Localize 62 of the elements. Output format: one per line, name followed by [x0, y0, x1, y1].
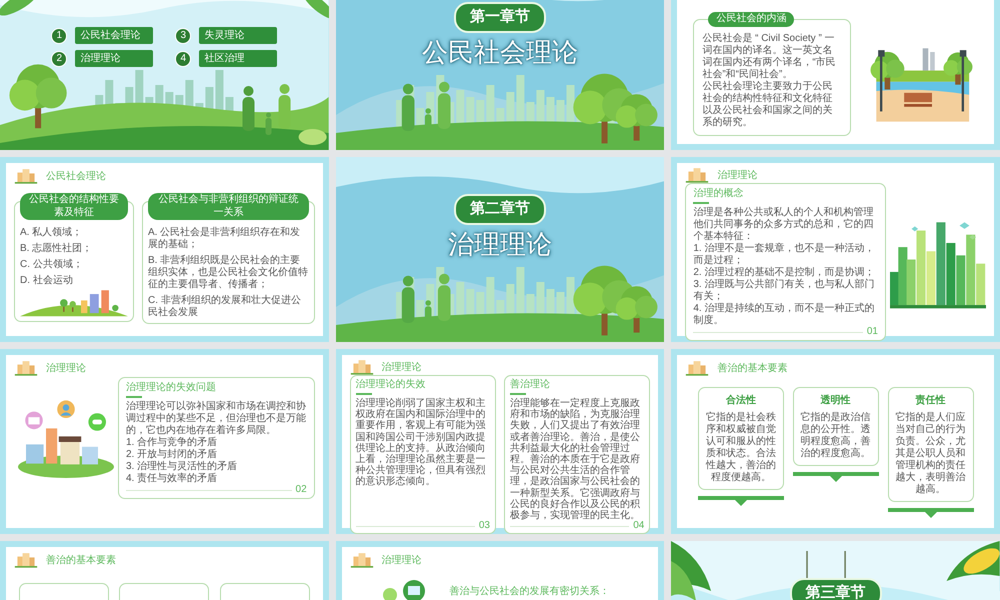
list-item: 2. 治理过程的基础不是控制，而是协调； — [693, 267, 876, 278]
slide-title: 治理理论 — [46, 362, 86, 376]
card-title: 治理理论的失效 — [356, 378, 427, 391]
paragraph: 治理能够在一定程度上克服政府和市场的缺陷，为克服治理失败，人们又提出了有效治理或者善治理论。善治，是使公共利益最大化的社会管理过程。善治的本质在于它是政府与公民对公共生活的合作管理，是政治国家与公民社会的一种新型关系。它强调政府与公民的良好合作以及公民的积极参与，实现管理的民主化。 — [510, 398, 641, 521]
paragraph: 公民社会是 “ Civil Society ” 一词在国内的译名。这一英文名词在国内还有两个译名，“市民社会”和“民间社会”。 — [702, 33, 837, 80]
list-item: 4. 责任与效率的矛盾 — [126, 473, 218, 485]
page-number: 02 — [296, 485, 307, 495]
slide-title: 公民社会理论 — [46, 170, 106, 184]
card-title: 透明性 — [820, 394, 852, 408]
chapter-badge: 第三章节 — [790, 578, 882, 600]
chapter-badge: 第一章节 — [454, 2, 546, 32]
paragraph: 它指的是社会秩序和权威被自觉认可和服从的性质和状态。合法性越大，善治的程度便越高。 — [704, 412, 777, 484]
list-item: 1. 治理不是一套规章，也不是一种活动，而是过程； — [693, 243, 876, 266]
list-item: C. 公共领域； — [20, 258, 84, 270]
paragraph: 治理理论可以弥补国家和市场在调控和协调过程中的某些不足，但治理也不是万能的，它也内在地存在着许多局限。 — [126, 401, 307, 436]
toc-label: 失灵理论 — [199, 27, 278, 44]
list-item: B. 志愿性社团； — [20, 242, 94, 254]
paragraph: 治理理论削弱了国家主权和主权政府在国内和国际治理中的重要作用，客观上有可能为强国和跨国公司干涉别国内政提供理论上的支持。从政治倾向上看，治理理论虽然主要是一种公共管理理论，但具有强烈的意识形态倾向。 — [356, 398, 487, 488]
slide-title: 治理理论 — [382, 360, 422, 374]
paragraph: 治理是各种公共或私人的个人和机构管理他们共同事务的众多方式的总和，它的四个基本特征： — [693, 207, 874, 242]
chapter-badge: 第二章节 — [454, 194, 546, 224]
buildings-icon — [350, 359, 374, 375]
card-heading: 公民社会的内涵 — [708, 12, 794, 26]
buildings-icon — [14, 168, 38, 184]
buildings-icon — [14, 552, 38, 568]
card-title: 责任性 — [914, 394, 947, 408]
page-number: 01 — [866, 327, 878, 337]
toc-label: 公民社会理论 — [75, 27, 154, 44]
toc-label: 社区治理 — [199, 50, 278, 67]
list-item: B. 非营利组织既是公民社会的主要组织实体，也是公民社会文化价值特征的主要倡导者、传播者； — [148, 254, 309, 290]
buildings-icon — [685, 167, 710, 183]
list-item: 2. 开放与封闭的矛盾 — [126, 449, 218, 460]
paragraph: 公民社会理论主要致力于公民社会的结构性特征和文化特征以及公民社会和国家之间的关系的研究。 — [702, 81, 834, 129]
chapter-title: 治理理论 — [446, 228, 553, 260]
list-item: D. 社会运动 — [20, 274, 74, 286]
card-heading: 公民社会与非营利组织的辩证统一关系 — [148, 193, 309, 220]
page-number: 04 — [633, 521, 644, 532]
chapter-title: 公民社会理论 — [420, 36, 579, 68]
list-item: A. 私人领域； — [20, 226, 84, 238]
list-item: 1. 合作与竞争的矛盾 — [126, 437, 218, 448]
toc-label: 治理理论 — [75, 50, 154, 67]
buildings-icon — [685, 360, 710, 376]
list-item: 3. 治理既与公共部门有关，也与私人部门有关； — [693, 279, 876, 302]
lead-text: 善治与公民社会的发展有密切关系： — [450, 585, 610, 598]
slide-title: 善治的基本要素 — [46, 554, 116, 568]
paragraph: 它指的是人们应当对自己的行为负责。公众，尤其是公职人员和管理机构的责任越大，表明善治越高。 — [894, 412, 967, 496]
list-item: 3. 治理性与灵活性的矛盾 — [126, 461, 238, 472]
paragraph: 它指的是政治信息的公开性。透明程度愈高，善治的程度愈高。 — [800, 412, 872, 460]
card-title: 治理的概念 — [693, 187, 744, 200]
card-title: 治理理论的失效问题 — [126, 381, 217, 394]
list-item: C. 非营利组织的发展和壮大促进公民社会发展 — [148, 294, 302, 318]
buildings-icon — [14, 360, 38, 376]
slide-title: 治理理论 — [382, 554, 422, 568]
card-heading: 公民社会的结构性要素及特征 — [20, 193, 128, 220]
card-title: 合法性 — [724, 394, 757, 408]
buildings-icon — [350, 552, 374, 568]
list-item: A. 公民社会是非营利组织存在和发展的基础； — [148, 226, 302, 250]
page-number: 03 — [478, 521, 490, 532]
slide-title: 善治的基本要素 — [717, 362, 788, 376]
list-item: 4. 治理是持续的互动，而不是一种正式的制度。 — [693, 303, 876, 327]
card-title: 善治理论 — [510, 378, 551, 391]
slide-title: 治理理论 — [717, 168, 758, 182]
